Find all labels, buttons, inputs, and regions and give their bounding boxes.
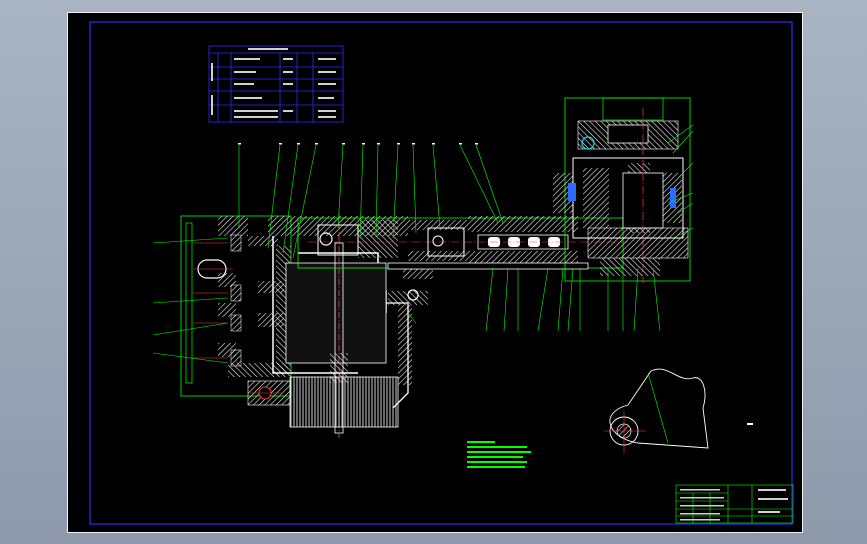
detail-view: [604, 368, 753, 453]
parameter-table-text: [211, 48, 336, 118]
technical-notes: [467, 441, 531, 468]
cad-viewport[interactable]: [0, 0, 867, 544]
leader-ticks: [238, 143, 478, 145]
drawing-canvas: [89, 21, 794, 525]
drawing-sheet[interactable]: [67, 12, 803, 533]
drawing-frame: [89, 21, 793, 525]
